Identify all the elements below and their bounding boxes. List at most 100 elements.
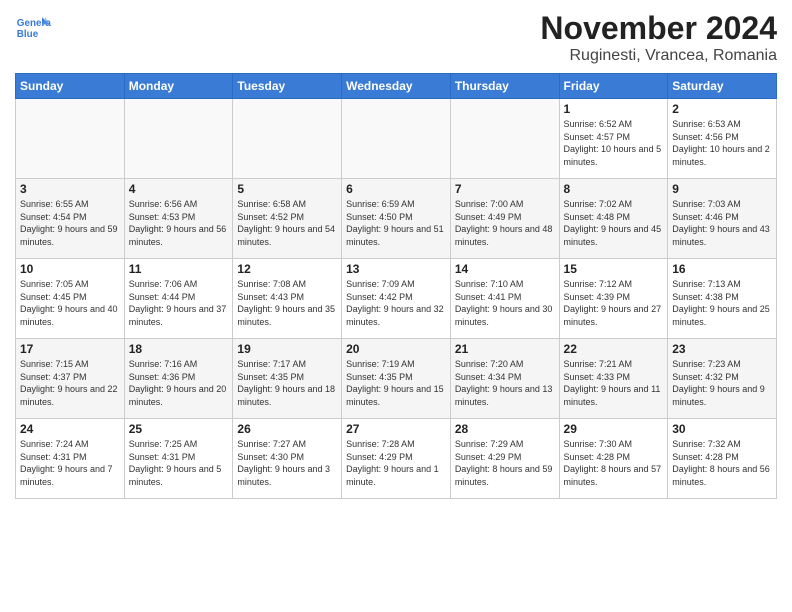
day-info: Sunrise: 7:17 AM Sunset: 4:35 PM Dayligh… (237, 358, 337, 408)
day-info: Sunrise: 7:05 AM Sunset: 4:45 PM Dayligh… (20, 278, 120, 328)
day-number: 12 (237, 262, 337, 276)
col-sunday: Sunday (16, 74, 125, 99)
day-info: Sunrise: 7:23 AM Sunset: 4:32 PM Dayligh… (672, 358, 772, 408)
calendar-cell: 5 Sunrise: 6:58 AM Sunset: 4:52 PM Daylig… (233, 179, 342, 259)
day-info: Sunrise: 7:02 AM Sunset: 4:48 PM Dayligh… (564, 198, 664, 248)
day-number: 26 (237, 422, 337, 436)
calendar-cell: 26 Sunrise: 7:27 AM Sunset: 4:30 PM Dayli… (233, 419, 342, 499)
day-number: 23 (672, 342, 772, 356)
day-info: Sunrise: 7:12 AM Sunset: 4:39 PM Dayligh… (564, 278, 664, 328)
day-number: 18 (129, 342, 229, 356)
day-info: Sunrise: 7:16 AM Sunset: 4:36 PM Dayligh… (129, 358, 229, 408)
day-number: 2 (672, 102, 772, 116)
day-number: 9 (672, 182, 772, 196)
week-row-0: 1 Sunrise: 6:52 AM Sunset: 4:57 PM Daylig… (16, 99, 777, 179)
header: General Blue November 2024 Ruginesti, Vr… (15, 10, 777, 65)
calendar-cell: 13 Sunrise: 7:09 AM Sunset: 4:42 PM Dayli… (342, 259, 451, 339)
col-saturday: Saturday (668, 74, 777, 99)
calendar-cell: 12 Sunrise: 7:08 AM Sunset: 4:43 PM Dayli… (233, 259, 342, 339)
calendar-cell (124, 99, 233, 179)
day-number: 7 (455, 182, 555, 196)
day-number: 6 (346, 182, 446, 196)
header-row: Sunday Monday Tuesday Wednesday Thursday… (16, 74, 777, 99)
col-tuesday: Tuesday (233, 74, 342, 99)
day-number: 19 (237, 342, 337, 356)
calendar-cell: 10 Sunrise: 7:05 AM Sunset: 4:45 PM Dayli… (16, 259, 125, 339)
calendar-cell: 28Sunrise: 7:29 AM Sunset: 4:29 PM Dayli… (450, 419, 559, 499)
day-number: 20 (346, 342, 446, 356)
day-info: Sunrise: 7:03 AM Sunset: 4:46 PM Dayligh… (672, 198, 772, 248)
calendar-cell: 11Sunrise: 7:06 AM Sunset: 4:44 PM Dayli… (124, 259, 233, 339)
day-number: 8 (564, 182, 664, 196)
calendar-cell: 1 Sunrise: 6:52 AM Sunset: 4:57 PM Daylig… (559, 99, 668, 179)
calendar-cell: 4 Sunrise: 6:56 AM Sunset: 4:53 PM Daylig… (124, 179, 233, 259)
calendar-table: Sunday Monday Tuesday Wednesday Thursday… (15, 73, 777, 499)
day-number: 25 (129, 422, 229, 436)
calendar-cell: 6 Sunrise: 6:59 AM Sunset: 4:50 PM Daylig… (342, 179, 451, 259)
logo: General Blue (15, 10, 51, 46)
col-friday: Friday (559, 74, 668, 99)
location-title: Ruginesti, Vrancea, Romania (540, 47, 777, 65)
day-number: 29 (564, 422, 664, 436)
day-number: 13 (346, 262, 446, 276)
calendar-cell: 15 Sunrise: 7:12 AM Sunset: 4:39 PM Dayli… (559, 259, 668, 339)
calendar-cell: 19 Sunrise: 7:17 AM Sunset: 4:35 PM Dayli… (233, 339, 342, 419)
day-number: 22 (564, 342, 664, 356)
calendar-cell: 20 Sunrise: 7:19 AM Sunset: 4:35 PM Dayli… (342, 339, 451, 419)
calendar-cell: 24Sunrise: 7:24 AM Sunset: 4:31 PM Dayli… (16, 419, 125, 499)
day-number: 14 (455, 262, 555, 276)
calendar-cell: 16Sunrise: 7:13 AM Sunset: 4:38 PM Dayli… (668, 259, 777, 339)
day-info: Sunrise: 6:58 AM Sunset: 4:52 PM Dayligh… (237, 198, 337, 248)
calendar-cell: 29 Sunrise: 7:30 AM Sunset: 4:28 PM Dayli… (559, 419, 668, 499)
title-block: November 2024 Ruginesti, Vrancea, Romani… (540, 10, 777, 65)
calendar-cell: 25Sunrise: 7:25 AM Sunset: 4:31 PM Dayli… (124, 419, 233, 499)
day-info: Sunrise: 7:30 AM Sunset: 4:28 PM Dayligh… (564, 438, 664, 488)
calendar-cell: 27 Sunrise: 7:28 AM Sunset: 4:29 PM Dayli… (342, 419, 451, 499)
calendar-cell: 22 Sunrise: 7:21 AM Sunset: 4:33 PM Dayli… (559, 339, 668, 419)
col-wednesday: Wednesday (342, 74, 451, 99)
day-number: 1 (564, 102, 664, 116)
week-row-2: 10 Sunrise: 7:05 AM Sunset: 4:45 PM Dayli… (16, 259, 777, 339)
day-number: 15 (564, 262, 664, 276)
day-info: Sunrise: 6:52 AM Sunset: 4:57 PM Dayligh… (564, 118, 664, 168)
calendar-cell: 14Sunrise: 7:10 AM Sunset: 4:41 PM Dayli… (450, 259, 559, 339)
day-number: 11 (129, 262, 229, 276)
day-number: 17 (20, 342, 120, 356)
calendar-cell (450, 99, 559, 179)
calendar-cell: 3Sunrise: 6:55 AM Sunset: 4:54 PM Daylig… (16, 179, 125, 259)
day-number: 27 (346, 422, 446, 436)
calendar-cell (233, 99, 342, 179)
calendar-cell (342, 99, 451, 179)
day-info: Sunrise: 7:00 AM Sunset: 4:49 PM Dayligh… (455, 198, 555, 248)
day-number: 21 (455, 342, 555, 356)
calendar-cell: 21Sunrise: 7:20 AM Sunset: 4:34 PM Dayli… (450, 339, 559, 419)
calendar-cell: 23 Sunrise: 7:23 AM Sunset: 4:32 PM Dayli… (668, 339, 777, 419)
day-info: Sunrise: 7:28 AM Sunset: 4:29 PM Dayligh… (346, 438, 446, 488)
day-number: 10 (20, 262, 120, 276)
week-row-4: 24Sunrise: 7:24 AM Sunset: 4:31 PM Dayli… (16, 419, 777, 499)
page-container: General Blue November 2024 Ruginesti, Vr… (0, 0, 792, 504)
calendar-cell: 18 Sunrise: 7:16 AM Sunset: 4:36 PM Dayli… (124, 339, 233, 419)
calendar-cell: 30 Sunrise: 7:32 AM Sunset: 4:28 PM Dayli… (668, 419, 777, 499)
calendar-cell: 9 Sunrise: 7:03 AM Sunset: 4:46 PM Daylig… (668, 179, 777, 259)
day-number: 4 (129, 182, 229, 196)
calendar-cell (16, 99, 125, 179)
day-number: 30 (672, 422, 772, 436)
day-info: Sunrise: 6:55 AM Sunset: 4:54 PM Dayligh… (20, 198, 120, 248)
day-info: Sunrise: 7:24 AM Sunset: 4:31 PM Dayligh… (20, 438, 120, 488)
day-info: Sunrise: 7:21 AM Sunset: 4:33 PM Dayligh… (564, 358, 664, 408)
day-info: Sunrise: 6:59 AM Sunset: 4:50 PM Dayligh… (346, 198, 446, 248)
day-info: Sunrise: 7:08 AM Sunset: 4:43 PM Dayligh… (237, 278, 337, 328)
day-info: Sunrise: 7:32 AM Sunset: 4:28 PM Dayligh… (672, 438, 772, 488)
logo-icon: General Blue (15, 10, 51, 46)
day-info: Sunrise: 6:56 AM Sunset: 4:53 PM Dayligh… (129, 198, 229, 248)
day-number: 5 (237, 182, 337, 196)
day-info: Sunrise: 7:19 AM Sunset: 4:35 PM Dayligh… (346, 358, 446, 408)
calendar-cell: 7 Sunrise: 7:00 AM Sunset: 4:49 PM Daylig… (450, 179, 559, 259)
col-thursday: Thursday (450, 74, 559, 99)
day-info: Sunrise: 7:09 AM Sunset: 4:42 PM Dayligh… (346, 278, 446, 328)
week-row-1: 3Sunrise: 6:55 AM Sunset: 4:54 PM Daylig… (16, 179, 777, 259)
day-info: Sunrise: 7:27 AM Sunset: 4:30 PM Dayligh… (237, 438, 337, 488)
month-title: November 2024 (540, 10, 777, 47)
day-number: 28 (455, 422, 555, 436)
